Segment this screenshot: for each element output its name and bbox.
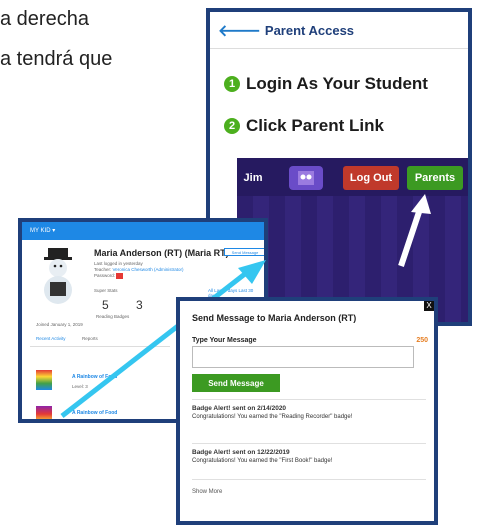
modal-title: Send Message to Maria Anderson (RT) — [192, 313, 357, 323]
send-message-button[interactable]: Send Message — [224, 248, 264, 256]
divider — [192, 399, 426, 400]
background-text-line1: a derecha — [0, 8, 89, 30]
parent-access-title: Parent Access — [264, 22, 355, 38]
user-name: Jim — [243, 172, 263, 184]
close-icon[interactable]: X — [424, 301, 434, 311]
logout-button[interactable]: Log Out — [343, 166, 399, 190]
alert-item-2: Badge Alert! sent on 12/22/2019 Congratu… — [192, 449, 427, 464]
alert-text-1: Congratulations! You earned the "Reading… — [192, 414, 353, 420]
robot-avatar-icon — [289, 166, 323, 190]
show-more-link[interactable]: Show More — [192, 489, 222, 495]
pointer-arrow-icon — [398, 194, 431, 267]
book-cover-icon — [36, 370, 52, 390]
background-text-line2: a tendrá que — [0, 48, 113, 70]
book-cover-icon — [36, 406, 52, 419]
divider — [192, 479, 426, 480]
alert-text-2: Congratulations! You earned the "First B… — [192, 458, 333, 464]
step-2-number-icon: 2 — [224, 118, 240, 134]
step-1-label: Login As Your Student — [246, 74, 428, 93]
send-message-submit-button[interactable]: Send Message — [192, 374, 280, 392]
back-arrow-icon[interactable]: 🡐 — [218, 20, 261, 41]
my-kid-bar[interactable]: MY KID ▾ — [22, 222, 264, 240]
type-message-label: Type Your Message — [192, 337, 257, 344]
alert-item-1: Badge Alert! sent on 2/14/2020 Congratul… — [192, 405, 427, 420]
alert-title-2: Badge Alert! sent on 12/22/2019 — [192, 449, 290, 456]
alert-title-1: Badge Alert! sent on 2/14/2020 — [192, 405, 287, 412]
step-2: 2 Click Parent Link — [224, 116, 384, 136]
divider — [192, 443, 426, 444]
step-2-label: Click Parent Link — [246, 116, 384, 135]
parents-button[interactable]: Parents — [407, 166, 463, 190]
character-count: 250 — [416, 337, 428, 344]
robot-icon — [298, 171, 314, 185]
kid-name: Maria Anderson (RT) (Maria RT) — [94, 248, 229, 258]
message-textarea[interactable] — [192, 346, 414, 368]
step-1: 1 Login As Your Student — [224, 74, 428, 94]
step-1-number-icon: 1 — [224, 76, 240, 92]
send-message-modal: X Send Message to Maria Anderson (RT) Ty… — [176, 297, 438, 525]
parent-access-header[interactable]: 🡐 Parent Access — [210, 12, 468, 49]
